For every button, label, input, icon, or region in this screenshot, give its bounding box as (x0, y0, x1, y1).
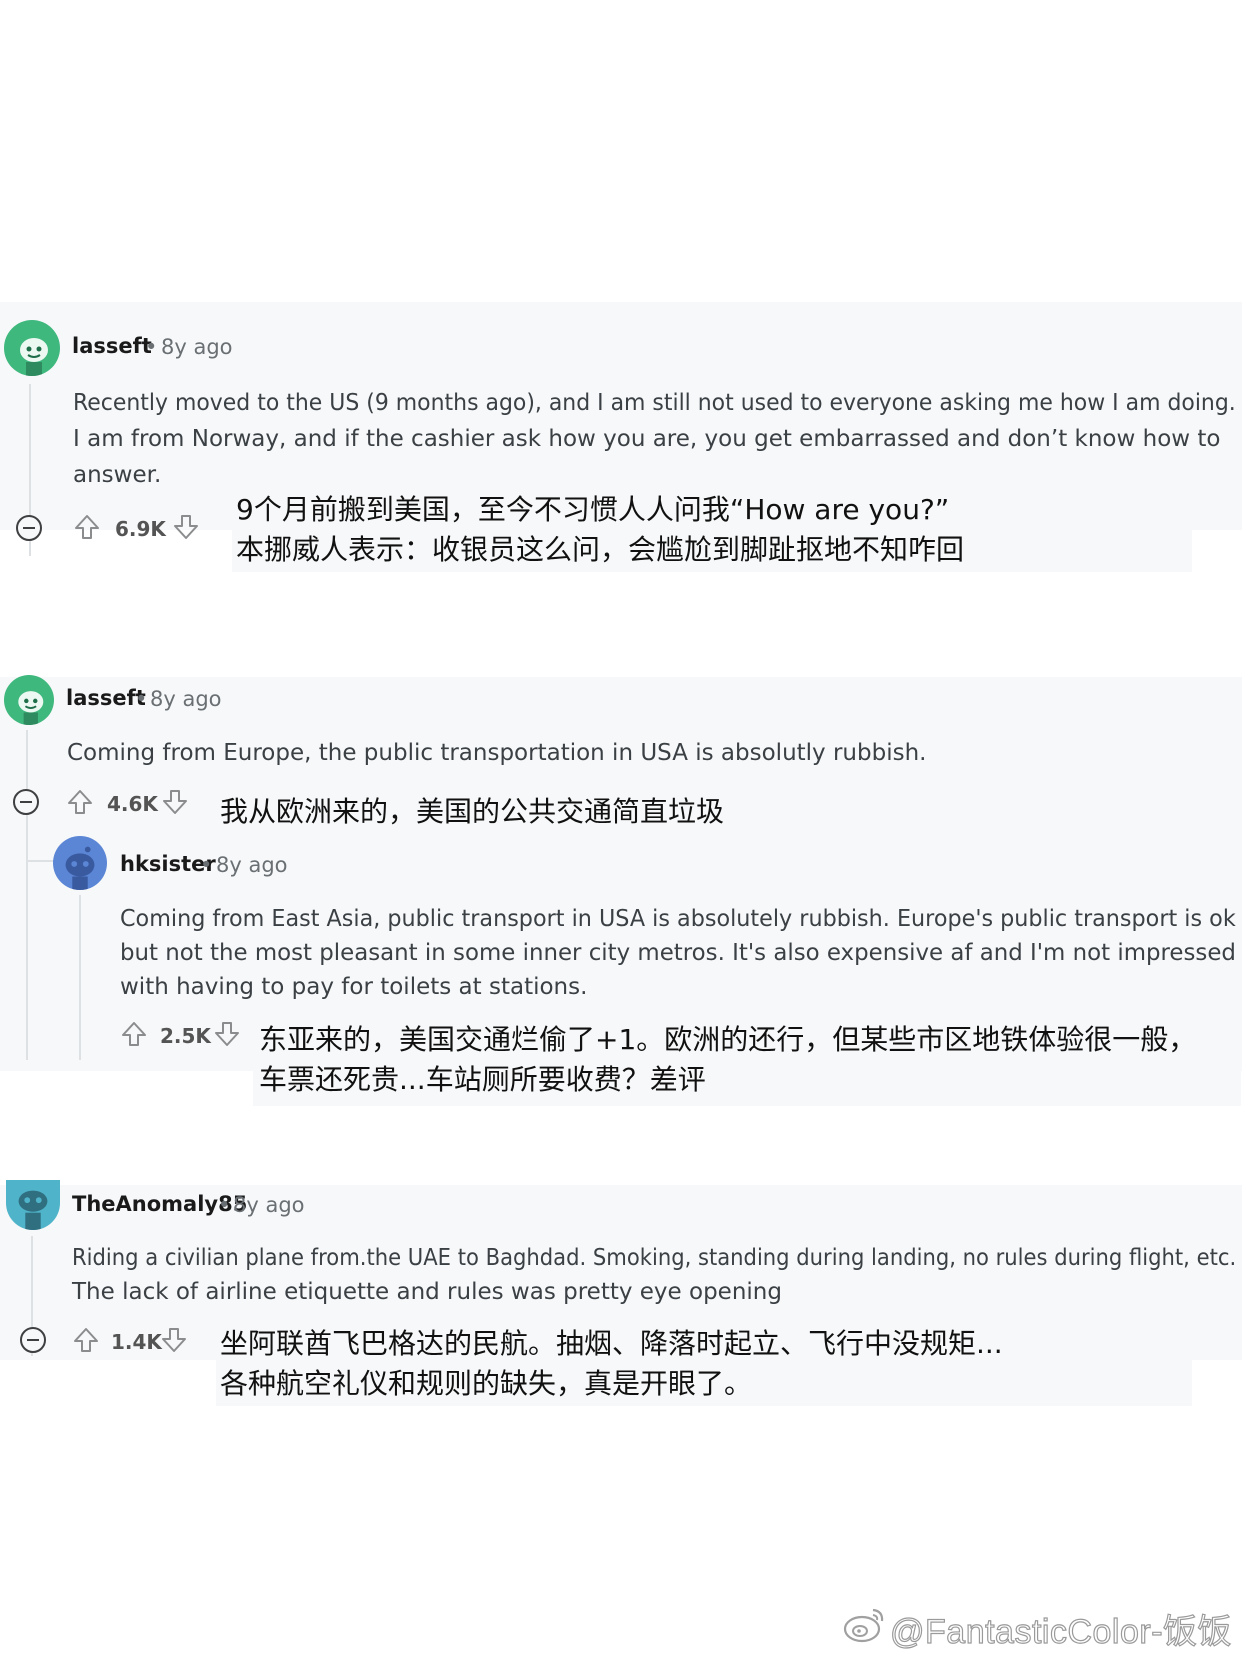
comment-age: 8y ago (233, 1193, 305, 1217)
weibo-logo-icon (843, 1608, 884, 1643)
downvote-arrow-icon[interactable] (213, 1020, 241, 1048)
comment-body-line: Coming from Europe, the public transport… (67, 740, 927, 766)
watermark-text: @FantasticColor-饭饭 (889, 1612, 1233, 1651)
chinese-caption: 9个月前搬到美国，至今不习惯人人问我“How are you?” (236, 493, 950, 526)
vote-score: 1.4K (111, 1330, 162, 1354)
chinese-caption: 东亚来的，美国交通烂偷了+1。欧洲的还行，但某些市区地铁体验很一般， (259, 1023, 1197, 1056)
separator-dot: • (145, 335, 158, 359)
thread-line (79, 895, 81, 1060)
reddit-snoo-avatar-icon (65, 846, 95, 890)
user-avatar[interactable] (53, 836, 107, 890)
comment-age: 8y ago (216, 853, 288, 877)
downvote-arrow-icon[interactable] (161, 788, 189, 816)
chinese-caption: 坐阿联酋飞巴格达的民航。抽烟、降落时起立、飞行中没规矩... (220, 1327, 1003, 1360)
collapse-minus-icon[interactable] (20, 1327, 46, 1353)
chinese-caption: 我从欧洲来的，美国的公共交通简直垃圾 (220, 795, 725, 828)
chinese-caption: 车票还死贵...车站厕所要收费？差评 (259, 1063, 706, 1096)
separator-dot: • (135, 687, 148, 711)
upvote-arrow-icon[interactable] (73, 513, 101, 541)
collapse-minus-icon[interactable] (13, 789, 39, 815)
downvote-arrow-icon[interactable] (160, 1326, 188, 1354)
separator-dot: • (218, 1193, 231, 1217)
chinese-caption: 本挪威人表示：收银员这么问，会尴尬到脚趾抠地不知咋回 (236, 533, 965, 566)
reply-connector (28, 860, 54, 862)
upvote-arrow-icon[interactable] (66, 788, 94, 816)
user-avatar[interactable] (4, 320, 60, 376)
comment-age: 8y ago (161, 335, 233, 359)
comment-body-line: The lack of airline etiquette and rules … (72, 1279, 782, 1305)
separator-dot: • (200, 853, 213, 877)
username[interactable]: lasseft (72, 334, 152, 358)
comment-body-line: Riding a civilian plane from.the UAE to … (72, 1245, 1237, 1271)
comment-body-line: but not the most pleasant in some inner … (120, 940, 1236, 966)
comment-body-line: with having to pay for toilets at statio… (120, 974, 588, 1000)
upvote-arrow-icon[interactable] (120, 1020, 148, 1048)
vote-score: 6.9K (115, 517, 166, 541)
comment-body-line: Coming from East Asia, public transport … (120, 906, 1236, 932)
chinese-caption: 各种航空礼仪和规则的缺失，真是开眼了。 (220, 1367, 753, 1400)
upvote-arrow-icon[interactable] (72, 1326, 100, 1354)
comment-body-line: answer. (73, 462, 162, 488)
downvote-arrow-icon[interactable] (172, 513, 200, 541)
reddit-snoo-avatar-icon (18, 691, 44, 725)
vote-score: 4.6K (107, 792, 158, 816)
comment-body-line: I am from Norway, and if the cashier ask… (73, 426, 1221, 452)
reddit-snoo-avatar-icon (20, 338, 48, 376)
username[interactable]: lasseft (66, 686, 146, 710)
collapse-minus-icon[interactable] (16, 515, 42, 541)
vote-score: 2.5K (160, 1024, 211, 1048)
comment-age: 8y ago (150, 687, 222, 711)
user-avatar[interactable] (4, 675, 54, 725)
thread-line (26, 730, 28, 1060)
comment-body-line: Recently moved to the US (9 months ago),… (73, 390, 1236, 416)
